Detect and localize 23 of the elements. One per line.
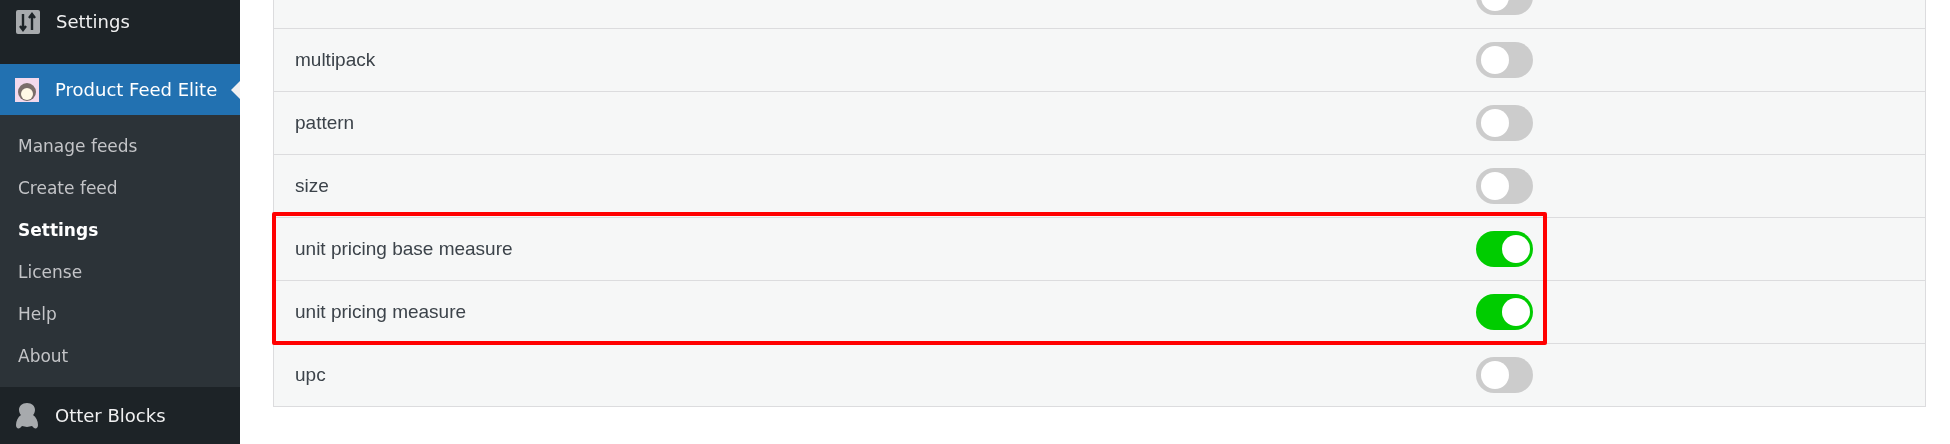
toggle-switch[interactable] [1476, 294, 1533, 330]
attribute-label: size [295, 173, 330, 198]
toggle-switch[interactable] [1476, 105, 1533, 141]
submenu-item[interactable]: Create feed [18, 167, 118, 209]
submenu-item[interactable]: Settings [18, 209, 99, 251]
pointer-icon [231, 81, 240, 99]
toggle-switch[interactable] [1476, 357, 1533, 393]
submenu-item[interactable]: License [18, 251, 83, 293]
attribute-label: unit pricing measure [295, 299, 468, 324]
plugin-logo-icon [15, 77, 39, 102]
attribute-label: unit pricing base measure [295, 236, 514, 261]
otter-icon [15, 401, 39, 430]
submenu-item[interactable]: Manage feeds [18, 125, 138, 167]
toggle-switch[interactable] [1476, 42, 1533, 78]
toggle-switch[interactable] [1476, 168, 1533, 204]
settings-icon [16, 10, 40, 34]
submenu-item[interactable]: Help [18, 293, 57, 335]
attribute-label: pattern [295, 110, 356, 135]
attribute-label: upc [295, 362, 327, 387]
toggle-switch[interactable] [1476, 231, 1533, 267]
attribute-label: multipack [295, 47, 377, 72]
submenu-item[interactable]: About [18, 335, 69, 377]
menu-item[interactable]: Settings [56, 10, 130, 34]
